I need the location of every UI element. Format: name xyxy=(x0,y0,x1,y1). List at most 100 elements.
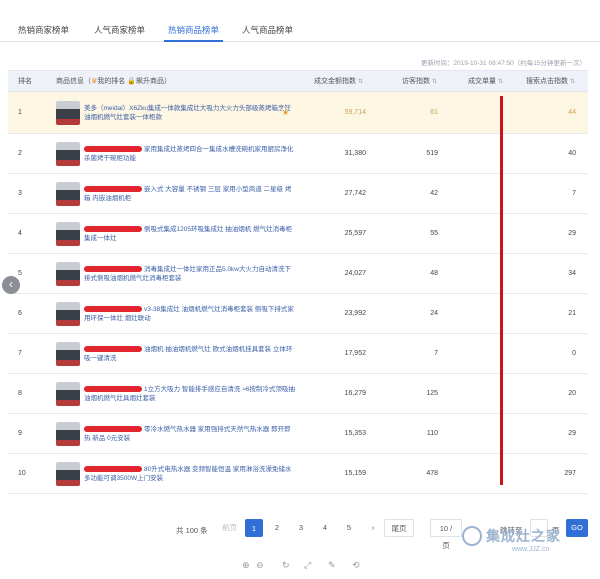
reset-icon[interactable]: ⟲ xyxy=(352,560,360,571)
col-total-label: 成交金额指数 xyxy=(314,78,356,85)
rank-cell: 5 xyxy=(18,270,22,277)
search-clicks-cell: 40 xyxy=(568,150,576,157)
tab-popular-sellers[interactable]: 人气商家榜单 xyxy=(90,22,149,42)
total-amount-cell: 25,597 xyxy=(344,230,366,237)
rank-cell: 8 xyxy=(18,390,22,397)
product-name-link[interactable]: 侧吸式集成1205环吸集成灶 抽油烟机 燃气灶消毒柜集成一体灶 xyxy=(84,225,296,243)
rank-cell: 1 xyxy=(18,109,22,116)
col-visitors-label: 访客指数 xyxy=(402,78,430,85)
watermark: 集成灶之家 www.JJZ.cn xyxy=(462,524,592,572)
search-clicks-cell: 29 xyxy=(568,430,576,437)
sort-icon[interactable]: ⇅ xyxy=(358,79,363,85)
col-info-rising: 飙升商品） xyxy=(135,78,171,85)
zoom-in-icon[interactable]: ⊕ xyxy=(242,560,250,571)
product-name-link[interactable]: 嵌入式 大容量 不锈钢 三层 家用小型商道 二星级 烤箱 内嵌油烟机柜 xyxy=(84,185,296,203)
last-page-button[interactable]: 尾页 xyxy=(384,519,414,537)
rank-cell: 2 xyxy=(18,150,22,157)
product-name-link[interactable]: 80升式电热水器 变频智能恒温 家用淋浴洗澡免储水 多功能可调3500W上门安装 xyxy=(84,465,296,483)
total-amount-cell: 27,742 xyxy=(344,190,366,197)
col-search-clicks[interactable]: 搜索点击指数 ⇅ xyxy=(526,71,575,93)
search-clicks-cell: 44 xyxy=(568,109,576,116)
sort-icon[interactable]: ⇅ xyxy=(498,79,503,85)
col-info-prefix: 商品信息（ xyxy=(56,78,91,85)
sort-icon[interactable]: ⇅ xyxy=(432,79,437,85)
lock-icon: 🔒 xyxy=(127,78,136,85)
product-name-link[interactable]: 油烟机 抽油烟机燃气灶 欧式油烟机挂具套装 立体环吸一键清洗 xyxy=(84,345,296,363)
product-name-link[interactable]: 1立方大吸力 智能排手感应自清洗 ≈6按制冷式顶吸抽油烟机燃气灶具烟灶套装 xyxy=(84,385,296,403)
page-size-select[interactable]: 10 / 页 xyxy=(430,519,462,550)
rank-cell: 6 xyxy=(18,310,22,317)
redaction-mark xyxy=(84,146,142,153)
rank-cell: 7 xyxy=(18,350,22,357)
product-name-link[interactable]: 美多（meidal）X6Zku集成一体款集成灶大吸力大火力头部级蒸烤箱烹饪油烟机… xyxy=(84,104,296,122)
tab-popular-products[interactable]: 人气商品榜单 xyxy=(238,22,297,42)
product-name-link[interactable]: 家用集成灶蒸烤四合一集成水槽洗碗机家用厨房净化杀菌烤干碗柜功能 xyxy=(84,145,296,163)
watermark-logo-icon xyxy=(462,526,482,546)
visitors-cell: 125 xyxy=(426,390,438,397)
redaction-mark xyxy=(84,346,142,353)
product-name-link[interactable]: 零冷水燃气热水器 家用强排式天然气热水器 即开即热 新品 0元安装 xyxy=(84,425,296,443)
sort-icon[interactable]: ⇅ xyxy=(570,79,575,85)
visitors-cell: 110 xyxy=(426,430,438,437)
product-thumbnail[interactable] xyxy=(56,182,80,206)
zoom-out-icon[interactable]: ⊖ xyxy=(256,560,264,571)
col-visitors[interactable]: 访客指数 ⇅ xyxy=(402,71,437,93)
col-total-amount[interactable]: 成交金额指数 ⇅ xyxy=(314,71,363,93)
product-thumbnail[interactable] xyxy=(56,462,80,486)
redaction-mark xyxy=(84,266,142,273)
col-info-my-rank: 我的排名 xyxy=(97,78,126,85)
product-name-text: 美多（meidal）X6Zku集成一体款集成灶大吸力大火力头部级蒸烤箱烹饪油烟机… xyxy=(84,105,291,121)
tab-hot-products[interactable]: 热销商品榜单 xyxy=(164,22,224,42)
product-thumbnail[interactable] xyxy=(56,382,80,406)
product-thumbnail[interactable] xyxy=(56,101,80,125)
col-orders-label: 成交单量 xyxy=(468,78,496,85)
total-amount-cell: 16,279 xyxy=(344,390,366,397)
col-orders[interactable]: 成交单量 ⇅ xyxy=(468,71,503,93)
rotate-icon[interactable]: ↻ xyxy=(282,560,290,571)
total-amount-cell: 59,714 xyxy=(344,109,366,116)
rank-cell: 10 xyxy=(18,470,26,477)
search-clicks-cell: 0 xyxy=(572,350,576,357)
total-amount-cell: 31,380 xyxy=(344,150,366,157)
search-clicks-cell: 21 xyxy=(568,310,576,317)
tab-hot-sellers[interactable]: 热销商家榜单 xyxy=(14,22,73,42)
search-clicks-cell: 20 xyxy=(568,390,576,397)
search-clicks-cell: 29 xyxy=(568,230,576,237)
visitors-cell: 24 xyxy=(430,310,438,317)
rank-cell: 3 xyxy=(18,190,22,197)
search-clicks-cell: 34 xyxy=(568,270,576,277)
pagination-total: 共 100 条 xyxy=(176,526,208,535)
watermark-title: 集成灶之家 xyxy=(486,528,561,544)
visitors-cell: 519 xyxy=(426,150,438,157)
visitors-cell: 42 xyxy=(430,190,438,197)
col-search-label: 搜索点击指数 xyxy=(526,78,568,85)
product-thumbnail[interactable] xyxy=(56,422,80,446)
product-thumbnail[interactable] xyxy=(56,262,80,286)
left-arrow-icon[interactable]: ‹ xyxy=(2,276,20,294)
page-1-button[interactable]: 1 xyxy=(245,519,263,537)
fullscreen-icon[interactable]: ⤢ xyxy=(304,560,311,571)
ranking-tabs: 热销商家榜单 人气商家榜单 热销商品榜单 人气商品榜单 xyxy=(0,18,600,42)
redaction-mark xyxy=(84,386,142,393)
product-thumbnail[interactable] xyxy=(56,142,80,166)
total-amount-cell: 24,027 xyxy=(344,270,366,277)
edit-icon[interactable]: ✎ xyxy=(328,560,336,571)
page-2-button[interactable]: 2 xyxy=(268,519,286,537)
col-product-info: 商品信息（♛我的排名 🔒飙升商品） xyxy=(56,71,171,93)
page-4-button[interactable]: 4 xyxy=(316,519,334,537)
visitors-cell: 48 xyxy=(430,270,438,277)
product-name-link[interactable]: 消毒集成灶一体灶家用正品5.0kw大火力自动清洗下排式侧吸油烟机燃气灶消毒柜套装 xyxy=(84,265,296,283)
product-thumbnail[interactable] xyxy=(56,222,80,246)
visitors-cell: 61 xyxy=(430,109,438,116)
redaction-mark xyxy=(84,466,142,473)
update-time: 更新时间：2019-10-31 08:47:50（约每15分钟更新一次） xyxy=(420,60,586,67)
product-name-link[interactable]: v3-38集成灶 油烟机燃气灶消毒柜套装 侧吸下排式家用环保一体灶 烟灶联动 xyxy=(84,305,296,323)
page-3-button[interactable]: 3 xyxy=(292,519,310,537)
visitors-cell: 55 xyxy=(430,230,438,237)
prev-page-button[interactable]: 前页 xyxy=(218,519,241,537)
product-thumbnail[interactable] xyxy=(56,302,80,326)
next-page-icon[interactable]: › xyxy=(364,519,382,537)
page-5-button[interactable]: 5 xyxy=(340,519,358,537)
visitors-cell: 7 xyxy=(434,350,438,357)
product-thumbnail[interactable] xyxy=(56,342,80,366)
